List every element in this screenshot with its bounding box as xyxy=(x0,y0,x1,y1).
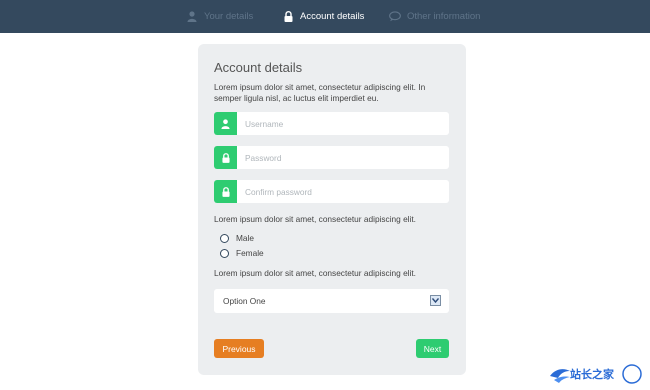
step-your-details[interactable]: Your details xyxy=(186,0,253,33)
radio-female[interactable]: Female xyxy=(220,248,264,258)
step-label: Your details xyxy=(204,11,254,22)
next-button[interactable]: Next xyxy=(416,339,449,358)
radio-label: Male xyxy=(236,233,254,243)
chevron-down-icon[interactable] xyxy=(430,295,441,306)
step-label: Other information xyxy=(407,11,481,22)
password-field xyxy=(214,146,449,169)
radio-label: Female xyxy=(236,248,264,258)
lock-icon xyxy=(214,180,237,203)
username-input[interactable] xyxy=(237,112,449,135)
user-icon xyxy=(186,11,198,23)
option-select[interactable]: Option One xyxy=(214,289,449,313)
confirm-password-field xyxy=(214,180,449,203)
chat-icon xyxy=(389,11,401,23)
watermark-logo: 站长之家 xyxy=(548,362,646,386)
select-value: Option One xyxy=(223,296,266,306)
lock-icon xyxy=(282,11,294,23)
step-label: Account details xyxy=(300,11,365,22)
radio-circle[interactable] xyxy=(220,233,229,243)
previous-button[interactable]: Previous xyxy=(214,339,264,358)
watermark-swoosh-icon xyxy=(550,364,642,384)
gender-text: Lorem ipsum dolor sit amet, consectetur … xyxy=(214,214,416,224)
step-account-details[interactable]: Account details xyxy=(282,0,364,33)
steps-bar: Your details Account details Other infor… xyxy=(0,0,650,33)
intro-text: Lorem ipsum dolor sit amet, consectetur … xyxy=(214,82,426,103)
radio-male[interactable]: Male xyxy=(220,233,254,243)
confirm-password-input[interactable] xyxy=(237,180,449,203)
password-input[interactable] xyxy=(237,146,449,169)
user-icon xyxy=(214,112,237,135)
account-details-card: Account details Lorem ipsum dolor sit am… xyxy=(198,44,466,375)
step-other-information[interactable]: Other information xyxy=(389,0,480,33)
select-text: Lorem ipsum dolor sit amet, consectetur … xyxy=(214,268,416,278)
card-title: Account details xyxy=(214,60,303,75)
radio-circle[interactable] xyxy=(220,248,229,258)
lock-icon xyxy=(214,146,237,169)
username-field xyxy=(214,112,449,135)
